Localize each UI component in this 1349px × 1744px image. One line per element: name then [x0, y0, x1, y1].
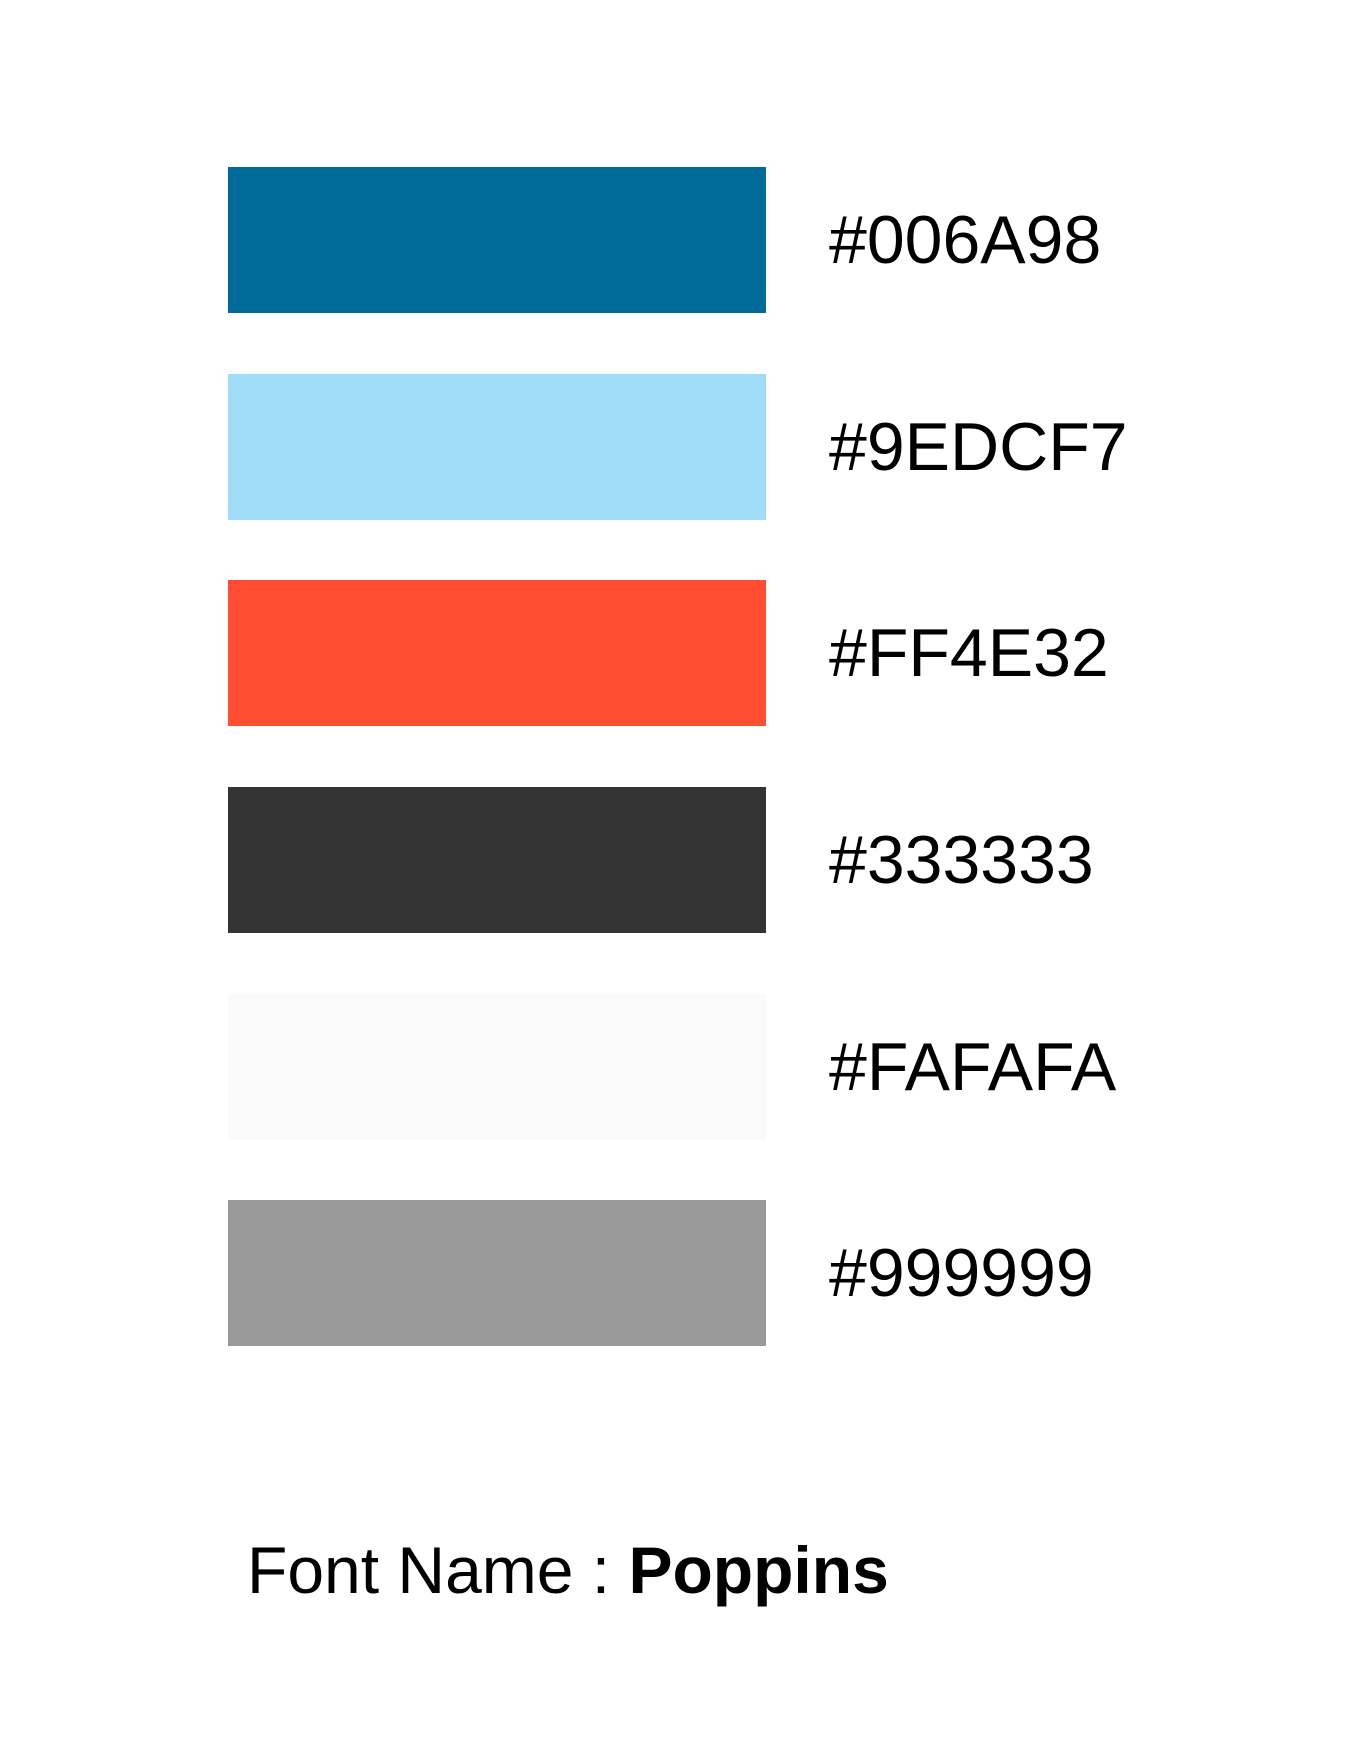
hex-code-label: #333333	[829, 822, 1094, 898]
color-swatch	[228, 787, 766, 933]
swatch-row: #333333	[228, 787, 1228, 933]
hex-code-label: #999999	[829, 1235, 1094, 1311]
color-swatch	[228, 374, 766, 520]
font-name-value: Poppins	[628, 1533, 889, 1607]
color-swatch	[228, 580, 766, 726]
color-palette: #006A98 #9EDCF7 #FF4E32 #333333 #FAFAFA …	[0, 0, 1349, 1744]
font-name-label: Font Name :	[247, 1533, 629, 1607]
hex-code-label: #9EDCF7	[829, 409, 1128, 485]
swatch-row: #FF4E32	[228, 580, 1228, 726]
hex-code-label: #FF4E32	[829, 615, 1109, 691]
swatch-row: #FAFAFA	[228, 994, 1228, 1140]
color-swatch	[228, 994, 766, 1140]
hex-code-label: #006A98	[829, 202, 1102, 278]
swatch-row: #9EDCF7	[228, 374, 1228, 520]
font-name-line: Font Name : Poppins	[247, 1530, 889, 1610]
swatch-row: #999999	[228, 1200, 1228, 1346]
color-swatch	[228, 167, 766, 313]
hex-code-label: #FAFAFA	[829, 1029, 1117, 1105]
swatch-row: #006A98	[228, 167, 1228, 313]
color-swatch	[228, 1200, 766, 1346]
